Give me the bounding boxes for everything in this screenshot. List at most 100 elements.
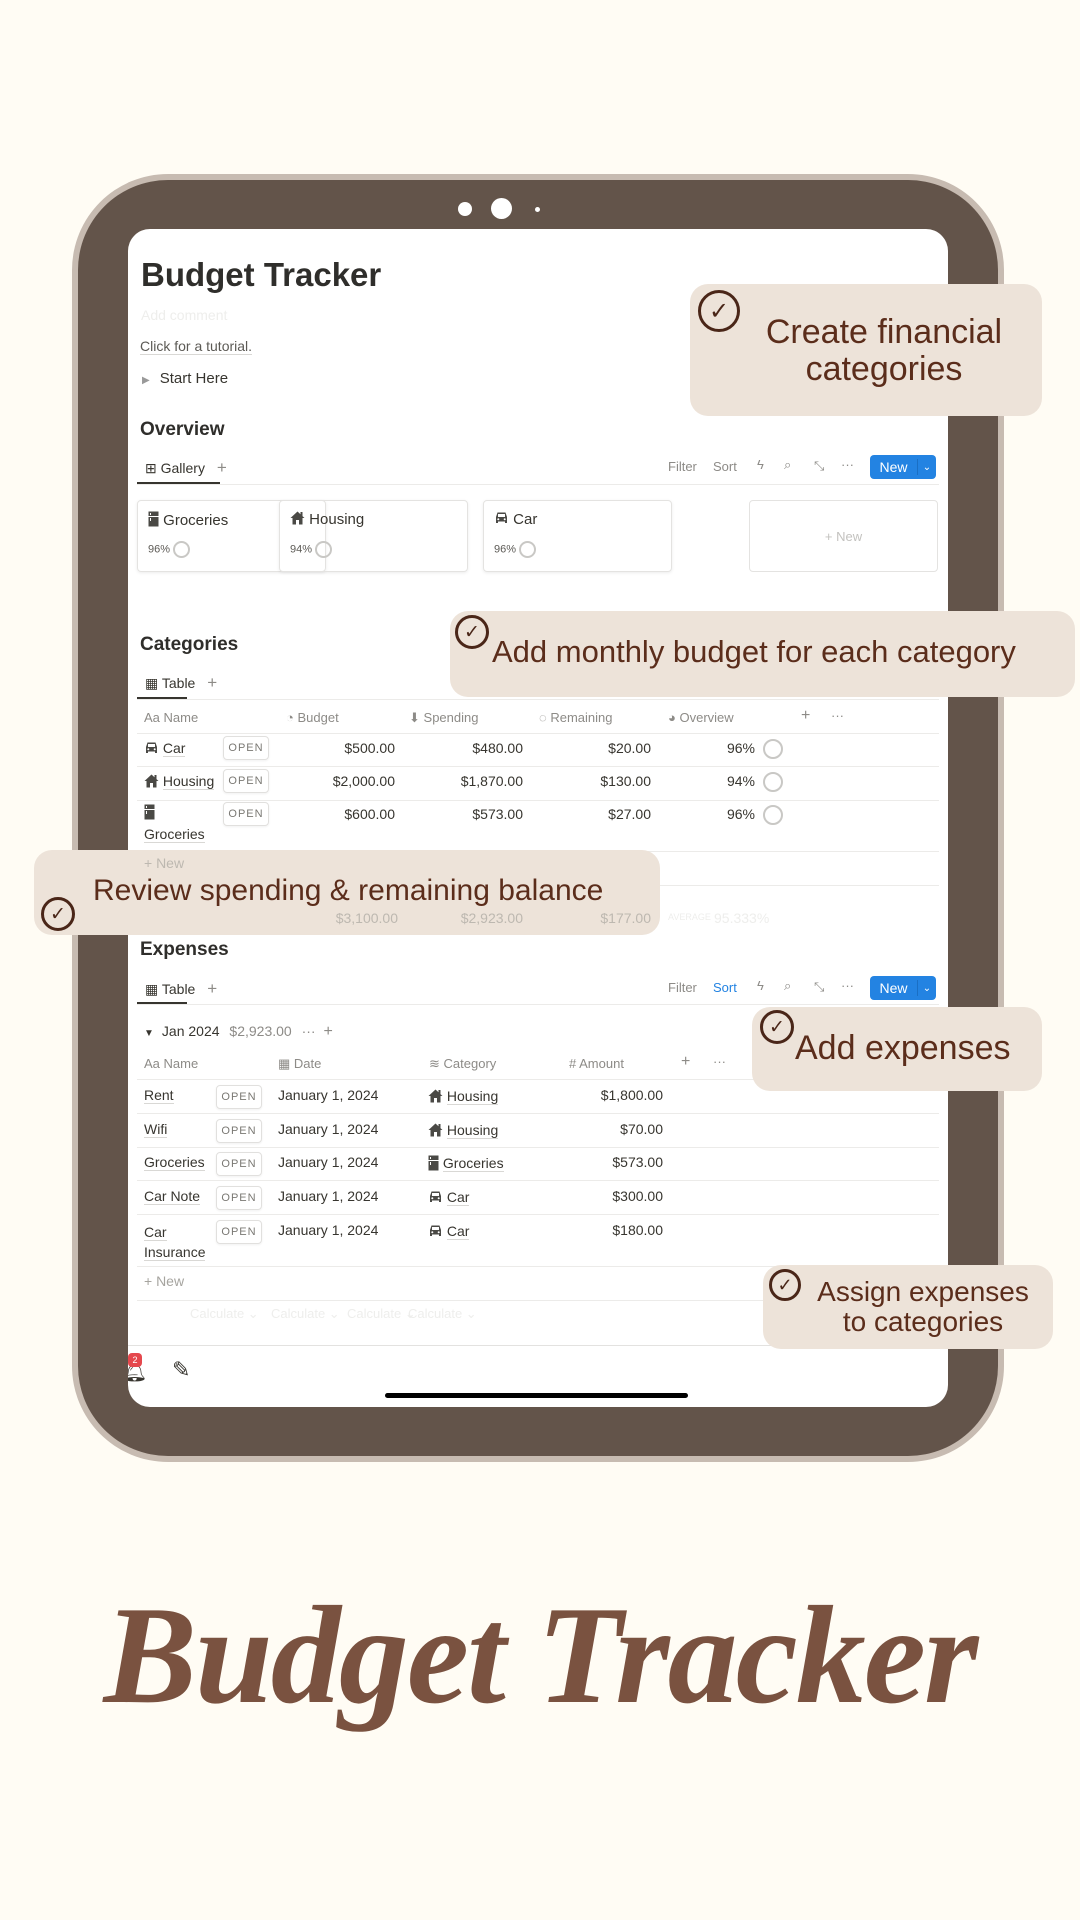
new-row-button[interactable]: + New [144, 855, 184, 871]
spending-cell: $480.00 [472, 740, 523, 756]
house-icon [144, 774, 159, 791]
chevron-down-icon[interactable]: ⌄ [918, 983, 936, 994]
tutorial-link[interactable]: Click for a tutorial. [140, 338, 253, 355]
fridge-icon [148, 511, 159, 531]
add-comment[interactable]: Add comment [141, 307, 227, 323]
calculate-amount[interactable]: Calculate ⌄ [408, 1306, 477, 1322]
column-header[interactable]: ▦ Date [278, 1056, 321, 1072]
calculate-name[interactable]: Calculate ⌄ [190, 1306, 259, 1322]
open-button[interactable]: OPEN [223, 802, 269, 826]
column-header[interactable]: ◌ Remaining [539, 710, 613, 725]
more-icon[interactable]: ··· [841, 457, 854, 472]
gallery-card[interactable]: Housing 94% [279, 500, 468, 572]
category-cell[interactable]: Groceries [428, 1155, 504, 1174]
camera-lens [491, 198, 512, 219]
row-name[interactable]: Car [144, 1224, 167, 1241]
category-cell[interactable]: Car [428, 1189, 470, 1207]
tab-table[interactable]: ▦ Table + [145, 979, 217, 999]
open-button[interactable]: OPEN [223, 769, 269, 793]
search-icon[interactable]: ⌕ [784, 457, 791, 473]
column-more-icon[interactable]: ··· [713, 1054, 726, 1069]
compose-icon[interactable]: ✎ [172, 1357, 190, 1383]
group-add-icon[interactable]: + [323, 1023, 332, 1040]
column-type-icon: ◕ [668, 710, 676, 725]
row-name[interactable]: Groceries [144, 1154, 205, 1171]
search-icon[interactable]: ⌕ [784, 978, 791, 994]
column-name[interactable]: Aa Name [144, 710, 198, 725]
column-header[interactable]: ≋ Category [429, 1056, 496, 1072]
automation-bolt-icon[interactable]: ϟ [757, 978, 764, 993]
tab-label: Table [161, 675, 196, 691]
new-button[interactable]: New ⌄ [870, 976, 936, 1000]
row-name[interactable]: Housing [162, 773, 215, 790]
chevron-down-icon[interactable]: ⌄ [918, 462, 936, 473]
column-name[interactable]: Aa Name [144, 1056, 198, 1071]
tab-table[interactable]: ▦ Table + [145, 673, 217, 693]
expand-icon[interactable]: ⤡ [814, 458, 824, 474]
row-name[interactable]: Car [162, 740, 186, 757]
calculate-date[interactable]: Calculate ⌄ [271, 1306, 340, 1322]
category-cell[interactable]: Car [428, 1223, 470, 1241]
sort-button[interactable]: Sort [713, 980, 737, 995]
row-name[interactable]: Rent [144, 1087, 174, 1104]
add-column-icon[interactable]: + [681, 1053, 690, 1071]
overview-cell: 94% [726, 773, 755, 789]
column-header[interactable]: ◕ Overview [668, 710, 734, 725]
category-label: Groceries [442, 1155, 504, 1173]
callout-add-expenses: ✓ Add expenses [752, 1007, 1042, 1091]
open-button[interactable]: OPEN [216, 1152, 262, 1176]
amount-cell: $1,800.00 [600, 1087, 663, 1103]
tab-gallery[interactable]: ⊞ Gallery + [145, 458, 227, 478]
start-here-toggle[interactable]: ▶ Start Here [142, 370, 228, 387]
add-view-icon[interactable]: + [207, 979, 217, 998]
open-button[interactable]: OPEN [216, 1220, 262, 1244]
open-button[interactable]: OPEN [223, 736, 269, 760]
home-indicator[interactable] [385, 1393, 688, 1398]
callout-create-categories: ✓ Create financial categories [690, 284, 1042, 416]
category-cell[interactable]: Housing [428, 1088, 499, 1106]
divider [137, 1113, 939, 1114]
filter-button[interactable]: Filter [668, 459, 697, 474]
open-button[interactable]: OPEN [216, 1119, 262, 1143]
new-card-button[interactable]: + New [749, 500, 938, 572]
column-header[interactable]: ◔ Budget [286, 710, 339, 725]
overview-cell: 96% [726, 806, 755, 822]
triangle-down-icon[interactable]: ▼ [144, 1028, 154, 1039]
car-icon [494, 511, 509, 529]
expand-icon[interactable]: ⤡ [814, 979, 824, 995]
row-name[interactable]: Groceries [144, 826, 205, 843]
category-cell[interactable]: Housing [428, 1122, 499, 1140]
automation-bolt-icon[interactable]: ϟ [757, 457, 764, 472]
new-button[interactable]: New ⌄ [870, 455, 936, 479]
group-jan-2024[interactable]: ▼ Jan 2024 $2,923.00 ··· + [144, 1023, 333, 1041]
category-label: Car [446, 1223, 470, 1240]
category-label: Car [446, 1189, 470, 1206]
calculate-category[interactable]: Calculate ⌄ [347, 1306, 416, 1322]
average-label: AVERAGE [668, 912, 711, 922]
column-type-icon: ⬇ [409, 710, 420, 725]
page-title: Budget Tracker [141, 256, 382, 293]
table-icon: ▦ [145, 675, 159, 691]
add-view-icon[interactable]: + [217, 458, 227, 477]
column-header[interactable]: # Amount [569, 1056, 624, 1071]
row-name[interactable]: Wifi [144, 1121, 168, 1138]
sum-spending: $2,923.00 [460, 910, 523, 926]
row-name[interactable]: Car Note [144, 1188, 201, 1205]
gallery-card[interactable]: Car 96% [483, 500, 672, 572]
budget-cell: $2,000.00 [332, 773, 395, 789]
filter-button[interactable]: Filter [668, 980, 697, 995]
open-button[interactable]: OPEN [216, 1085, 262, 1109]
divider [137, 1180, 939, 1181]
column-header[interactable]: ⬇ Spending [409, 710, 478, 726]
add-column-icon[interactable]: + [801, 707, 810, 725]
sort-button[interactable]: Sort [713, 459, 737, 474]
new-row-button[interactable]: + New [144, 1273, 184, 1289]
more-icon[interactable]: ··· [841, 978, 854, 993]
budget-cell: $600.00 [344, 806, 395, 822]
column-more-icon[interactable]: ··· [831, 708, 844, 723]
row-name[interactable]: Insurance [144, 1244, 206, 1261]
add-view-icon[interactable]: + [207, 673, 217, 692]
group-more-icon[interactable]: ··· [302, 1023, 316, 1039]
remaining-cell: $27.00 [608, 806, 651, 822]
open-button[interactable]: OPEN [216, 1186, 262, 1210]
